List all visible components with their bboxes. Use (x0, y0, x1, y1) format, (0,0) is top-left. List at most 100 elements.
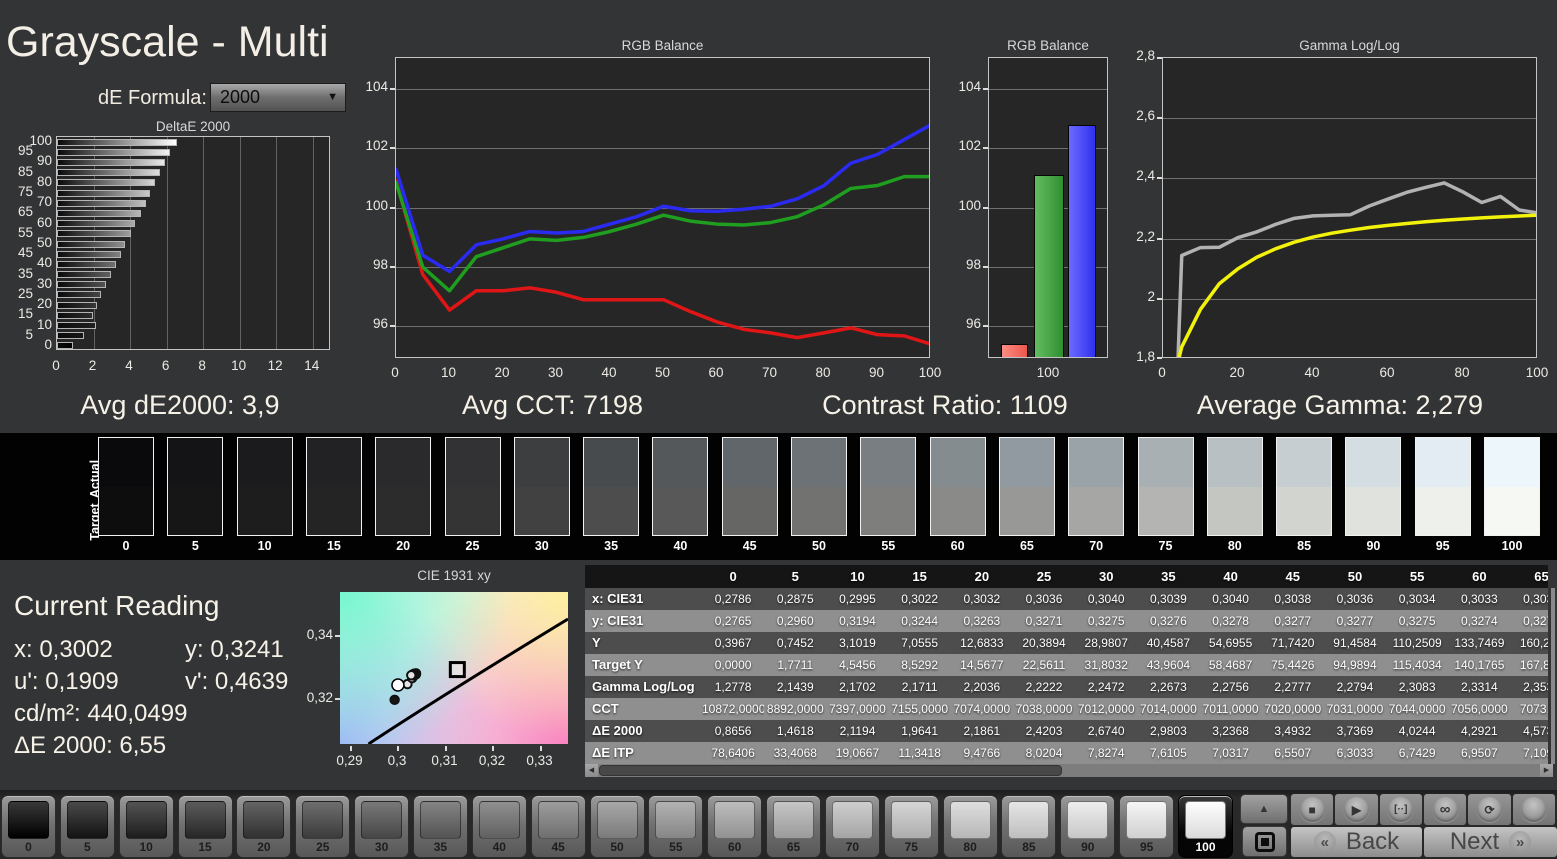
table-cell: 7020,0000 (1264, 702, 1322, 716)
swatch-target (861, 486, 916, 535)
table-column-header: 60 (1472, 569, 1487, 584)
table-cell: 20,3894 (1022, 636, 1066, 650)
patch-button-70[interactable]: 70 (824, 795, 880, 858)
rgb-line-ytick: 102 (365, 138, 388, 154)
patch-button-40[interactable]: 40 (471, 795, 527, 858)
table-horizontal-scrollbar: ◀ ▶ (585, 764, 1553, 777)
table-cell: 0,3038 (1274, 592, 1312, 606)
table-cell: 6,7429 (1398, 746, 1436, 760)
transport-play-button[interactable]: ▶ (1335, 794, 1378, 825)
swatch-10 (236, 437, 293, 536)
patch-button-95[interactable]: 95 (1119, 795, 1175, 858)
next-button[interactable]: Next » (1424, 827, 1557, 857)
patch-button-80[interactable]: 80 (942, 795, 998, 858)
patch-button-60[interactable]: 60 (707, 795, 763, 858)
table-cell: 2,9803 (1150, 724, 1187, 738)
patch-button-75[interactable]: 75 (883, 795, 939, 858)
table-cell: 2,1194 (839, 724, 876, 738)
table-cell: 7,6105 (1150, 746, 1187, 760)
table-cell: 2,2222 (1025, 680, 1063, 694)
pattern-toolbar: 0 5 10 15 20 25 30 35 40 45 50 55 60 65 70 75 80 85 90 95 10… (0, 790, 1557, 859)
empty-icon (1521, 797, 1547, 822)
table-cell: 58,4687 (1208, 658, 1253, 672)
gamma-xtick: 40 (1304, 365, 1320, 380)
patch-button-10[interactable]: 10 (118, 795, 174, 858)
back-button[interactable]: « Back (1291, 827, 1422, 857)
swatch-actual (1207, 438, 1262, 487)
table-cell: 0,3022 (901, 592, 938, 606)
swatch-100 (1484, 437, 1540, 536)
table-row-label: Gamma Log/Log (592, 679, 695, 694)
table-cell: 12,6833 (960, 636, 1004, 650)
swatch-actual (445, 438, 500, 487)
transport-pattern-window-button[interactable]: [··] (1379, 794, 1422, 825)
deltae-bar (57, 342, 73, 349)
scroll-right-icon[interactable]: ▶ (1540, 764, 1553, 777)
deltae-bar (57, 322, 96, 330)
patch-button-65[interactable]: 65 (766, 795, 822, 858)
current-reading-panel: Current Reading x: 0,3002 y: 0,3241 u': … (0, 590, 300, 770)
table-cell: 0,2995 (839, 592, 876, 606)
swatch-5 (167, 437, 224, 536)
swatch-actual (861, 438, 916, 487)
table-cell: 1,4618 (776, 724, 814, 738)
table-cell: 33,4068 (773, 746, 817, 760)
table-cell: 22,5611 (1022, 658, 1066, 672)
table-column-header: 65 (1534, 569, 1548, 584)
patch-swatch (419, 801, 461, 839)
pattern-window-button[interactable] (1242, 826, 1287, 857)
scrollbar-thumb[interactable] (599, 765, 1062, 776)
patch-button-35[interactable]: 35 (412, 795, 468, 858)
table-cell: 4,5739 (1523, 724, 1548, 738)
gamma-ytick: 2,6 (1136, 108, 1155, 124)
patch-swatch (890, 801, 932, 839)
de-formula-label: dE Formula: (98, 87, 207, 109)
swatch-level-label: 15 (326, 539, 341, 553)
table-cell: 167,802 (1519, 658, 1548, 672)
patch-swatch (1126, 801, 1168, 839)
swatch-target (1346, 486, 1401, 535)
deltae-bar (57, 158, 165, 166)
patch-button-0[interactable]: 0 (1, 795, 56, 858)
patch-button-5[interactable]: 5 (59, 795, 115, 858)
patch-button-30[interactable]: 30 (354, 795, 410, 858)
scroll-left-icon[interactable]: ◀ (585, 764, 598, 777)
transport-empty-button[interactable] (1512, 794, 1555, 825)
de-formula-dropdown[interactable]: 2000 ▼ (210, 83, 346, 112)
table-cell: 2,6740 (1087, 724, 1125, 738)
patch-button-85[interactable]: 85 (1001, 795, 1057, 858)
patch-label: 60 (728, 840, 742, 854)
swatch-target (722, 486, 777, 535)
table-cell: 0,3040 (1087, 592, 1125, 606)
patch-button-55[interactable]: 55 (648, 795, 704, 858)
transport-loop-infinite-button[interactable]: ∞ (1423, 794, 1467, 825)
patch-button-15[interactable]: 15 (177, 795, 233, 858)
rgb-bar-ytick: 104 (958, 79, 981, 95)
swatch-actual (1138, 438, 1193, 487)
transport-stop-button[interactable]: ■ (1291, 794, 1334, 825)
patch-button-50[interactable]: 50 (589, 795, 645, 858)
table-row-label: ΔE 2000 (592, 723, 643, 738)
table-row: y: CIE31 0,2765 0,2960 0,3194 0,3244 0,3263 0,… (585, 610, 1548, 632)
patch-swatch (773, 801, 815, 839)
table-cell: 7012,0000 (1077, 702, 1135, 716)
swatch-25 (444, 437, 501, 536)
panel-up-button[interactable]: ▲ (1240, 794, 1288, 824)
de-formula-value: 2000 (220, 87, 261, 107)
transport-refresh-button[interactable]: ⟳ (1468, 794, 1511, 825)
table-vertical-scrollbar[interactable] (1551, 588, 1555, 764)
patch-button-20[interactable]: 20 (236, 795, 292, 858)
deltae-xtick: 6 (161, 358, 170, 373)
swatch-target (306, 486, 361, 535)
patch-button-45[interactable]: 45 (530, 795, 586, 858)
patch-label: 20 (257, 840, 271, 854)
table-cell: 0,8656 (714, 724, 752, 738)
table-cell: 6,9507 (1460, 746, 1498, 760)
swatch-actual (99, 438, 153, 487)
pattern-window-icon: [··] (1388, 797, 1414, 822)
table-cell: 4,0244 (1398, 724, 1436, 738)
patch-button-25[interactable]: 25 (295, 795, 351, 858)
patch-button-90[interactable]: 90 (1060, 795, 1116, 858)
rgb-line-xtick: 0 (391, 365, 399, 380)
patch-button-100[interactable]: 100 (1178, 795, 1233, 858)
